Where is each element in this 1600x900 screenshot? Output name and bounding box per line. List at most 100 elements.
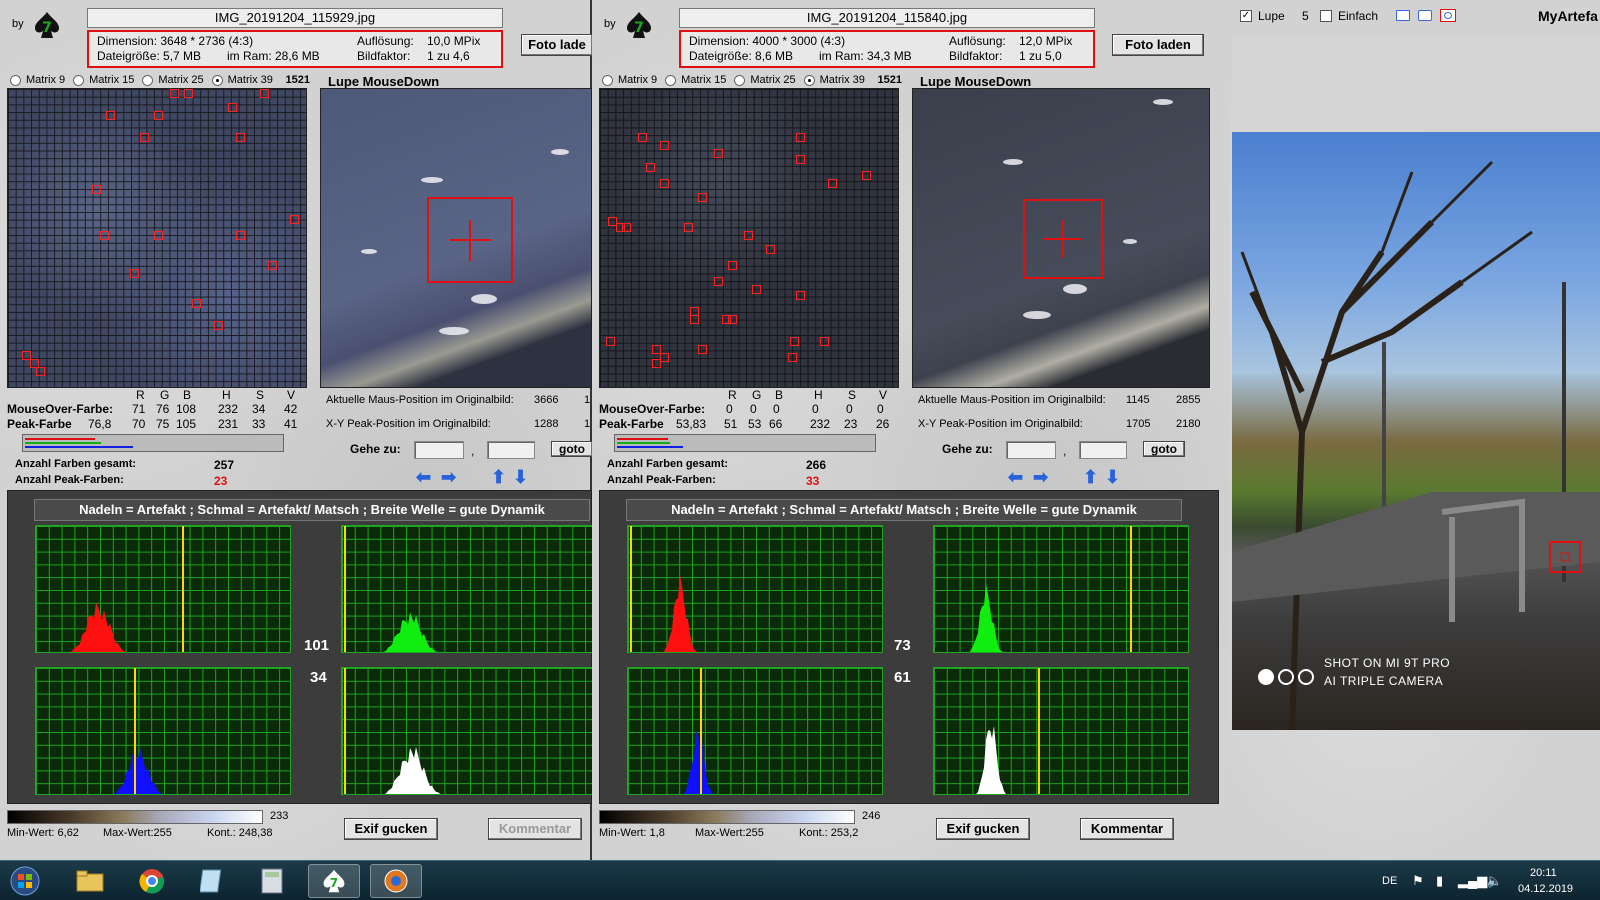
peak-marker <box>796 155 805 164</box>
comment-button[interactable]: Kommentar <box>488 818 582 840</box>
signal-icon[interactable]: ▂▄▆ <box>1458 873 1487 889</box>
matrix-39-radio[interactable] <box>803 74 815 86</box>
peak-marker <box>714 277 723 286</box>
arrow-up-icon[interactable]: ⬆ <box>1083 468 1098 486</box>
magnifier-view[interactable] <box>320 88 592 388</box>
peak-marker <box>790 337 799 346</box>
load-photo-button[interactable]: Foto lade <box>521 34 593 56</box>
goto-y-input[interactable] <box>487 441 535 459</box>
watermark-line-2: AI TRIPLE CAMERA <box>1324 674 1444 688</box>
exif-button[interactable]: Exif gucken <box>936 818 1030 840</box>
peak-colors-label: Anzahl Peak-Farben: <box>607 474 716 486</box>
matrix-39-radio[interactable] <box>211 74 223 86</box>
chrome-icon[interactable] <box>126 864 178 898</box>
peak-marker <box>622 223 631 232</box>
resolution-value: 10,0 MPix <box>427 34 481 48</box>
goto-button[interactable]: goto <box>551 441 593 457</box>
histogram-panel: Nadeln = Artefakt ; Schmal = Artefakt/ M… <box>599 490 1219 804</box>
volume-icon[interactable]: 🔈 <box>1486 873 1502 889</box>
col-h: H <box>222 388 231 402</box>
peak-marker <box>820 337 829 346</box>
magnifier-view[interactable] <box>912 88 1210 388</box>
peak-s: 33 <box>252 417 266 431</box>
arrow-left-icon[interactable]: ⬅ <box>416 468 431 486</box>
lupe-value: 5 <box>1302 9 1309 23</box>
arrow-down-icon[interactable]: ⬇ <box>1105 468 1120 486</box>
preview-top-area <box>1232 34 1600 130</box>
clock-date[interactable]: 04.12.2019 <box>1518 883 1573 895</box>
color-level-bar <box>22 434 284 452</box>
svg-text:7: 7 <box>634 20 644 36</box>
arrow-right-icon[interactable]: ➡ <box>441 468 456 486</box>
comment-button[interactable]: Kommentar <box>1080 818 1174 840</box>
matrix-15-radio[interactable] <box>665 74 677 86</box>
goto-label: Gehe zu: <box>350 442 401 456</box>
matrix-25-radio[interactable] <box>142 74 154 86</box>
shape-circle-icon[interactable] <box>1440 9 1456 22</box>
peak-b: 105 <box>176 417 197 431</box>
pixel-matrix[interactable] <box>7 88 307 388</box>
shape-square-icon[interactable] <box>1396 10 1410 21</box>
einfach-checkbox[interactable] <box>1320 10 1332 22</box>
goto-label: Gehe zu: <box>942 442 993 456</box>
matrix-9-radio[interactable] <box>10 74 21 86</box>
gradient-max: 233 <box>270 810 289 822</box>
matrix-options: Matrix 9 Matrix 15 Matrix 25 Matrix 39 1… <box>4 74 310 86</box>
peak-marker <box>214 321 223 330</box>
peak-marker <box>290 215 299 224</box>
image-info-box: Dimension: 3648 * 2736 (4:3) Auflösung: … <box>87 30 503 68</box>
col-v: V <box>879 388 888 402</box>
app-title: MyArtefa <box>1538 8 1598 24</box>
language-indicator[interactable]: DE <box>1382 875 1397 887</box>
arrow-left-icon[interactable]: ⬅ <box>1008 468 1023 486</box>
spade-logo-icon: 7 <box>627 12 651 38</box>
contrast-value: Kont.: 248,38 <box>207 827 273 839</box>
explorer-folder-icon[interactable] <box>64 864 116 898</box>
load-photo-button[interactable]: Foto laden <box>1112 34 1204 56</box>
arrow-up-icon[interactable]: ⬆ <box>491 468 506 486</box>
flag-icon[interactable]: ⚑ <box>1412 873 1424 889</box>
lupe-label: Lupe <box>1258 9 1285 23</box>
peak-marker <box>140 133 149 142</box>
hist-number-bottom: 61 <box>894 669 911 686</box>
calculator-icon[interactable] <box>246 864 298 898</box>
max-value: Max-Wert:255 <box>103 827 172 839</box>
clock-time[interactable]: 20:11 <box>1530 867 1557 879</box>
goto-y-input[interactable] <box>1079 441 1127 459</box>
hist-luma <box>341 667 593 795</box>
peak-marker <box>170 89 179 98</box>
lupe-checkbox[interactable]: ✓ <box>1240 10 1252 22</box>
exif-button[interactable]: Exif gucken <box>344 818 438 840</box>
peak-marker <box>638 133 647 142</box>
photo-preview[interactable]: SHOT ON MI 9T PRO AI TRIPLE CAMERA <box>1232 132 1600 730</box>
myartefakt-app-icon[interactable]: 7 <box>308 864 360 898</box>
matrix-15-radio[interactable] <box>73 74 85 86</box>
matrix-25-label: Matrix 25 <box>158 74 204 86</box>
goto-x-input[interactable] <box>1006 441 1056 459</box>
peak-marker <box>828 179 837 188</box>
matrix-25-radio[interactable] <box>734 74 746 86</box>
svg-text:7: 7 <box>42 20 52 36</box>
mouseover-g: 76 <box>156 402 170 416</box>
media-app-icon[interactable] <box>370 864 422 898</box>
col-h: H <box>814 388 823 402</box>
arrow-right-icon[interactable]: ➡ <box>1033 468 1048 486</box>
goto-x-input[interactable] <box>414 441 464 459</box>
ram-text: im Ram: 34,3 MB <box>819 49 912 63</box>
start-button[interactable] <box>4 864 46 898</box>
hist-red <box>627 525 883 653</box>
pixel-matrix[interactable] <box>599 88 899 388</box>
matrix-9-radio[interactable] <box>602 74 613 86</box>
crosshair-target-icon <box>427 197 513 283</box>
matrix-count: 1521 <box>285 74 310 86</box>
battery-icon[interactable]: ▮ <box>1436 873 1443 889</box>
notepad-icon[interactable] <box>186 864 238 898</box>
dimension-text: Dimension: 4000 * 3000 (4:3) <box>689 34 846 48</box>
arrow-down-icon[interactable]: ⬇ <box>513 468 528 486</box>
color-table: R G B H S V MouseOver-Farbe: 0 0 0 0 0 0… <box>592 388 902 432</box>
goto-button[interactable]: goto <box>1143 441 1185 457</box>
peak-pos-label: X-Y Peak-Position im Originalbild: <box>326 418 491 430</box>
shape-rounded-icon[interactable] <box>1418 10 1432 21</box>
histogram-panel: Nadeln = Artefakt ; Schmal = Artefakt/ M… <box>7 490 593 804</box>
col-r: R <box>728 388 737 402</box>
